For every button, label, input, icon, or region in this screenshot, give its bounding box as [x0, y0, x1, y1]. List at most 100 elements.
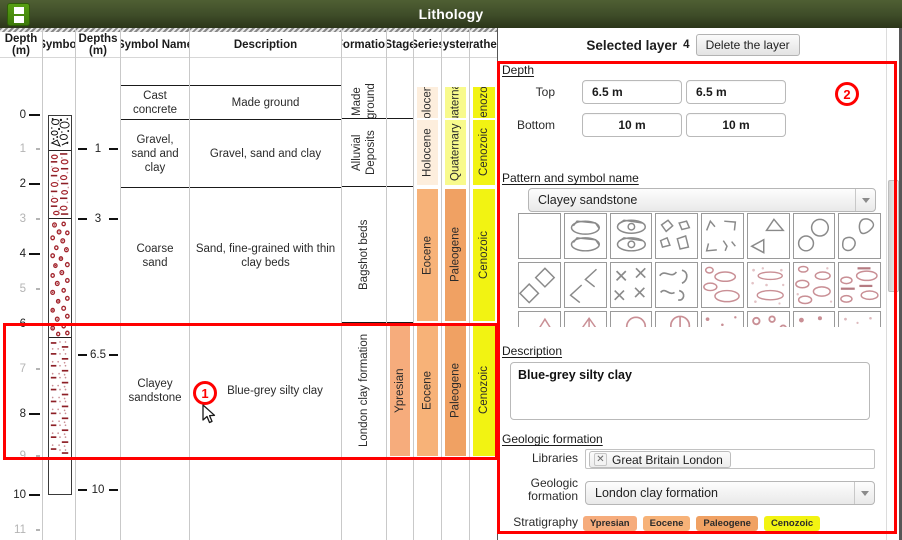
table-row-system-3[interactable]: Paleogene — [442, 187, 469, 323]
depth-tick-mark-1 — [36, 148, 40, 150]
table-row-symbol-name-1[interactable]: Cast concrete — [121, 85, 189, 119]
pattern-swatch-triangles-open[interactable] — [747, 213, 790, 259]
column-symbol: Symbol — [43, 28, 76, 540]
erathem-chip-cenozoic-3: Cenozoic — [473, 189, 495, 321]
table-row-series-1[interactable]: Holocene — [414, 85, 441, 119]
geologic-formation-select[interactable]: London clay formation — [585, 481, 875, 505]
pattern-swatch-blank[interactable] — [518, 213, 561, 259]
column-depth: Depth(m) 0 1 2 3 4 5 6 7 8 9 — [0, 28, 43, 540]
table-row-formation-4[interactable]: London clay formation — [342, 323, 386, 458]
litho-segment-gravel-sand-clay — [49, 150, 71, 218]
boundary-label-1[interactable]: 1 — [95, 143, 101, 155]
description-textarea[interactable]: Blue-grey silty clay — [510, 362, 870, 420]
table-row-system-2[interactable]: Quaternary — [442, 119, 469, 187]
boundary-dash-right-1 — [109, 148, 118, 150]
close-x-icon[interactable]: ✕ — [594, 453, 607, 466]
panel-vertical-scrollbar[interactable] — [886, 28, 899, 540]
pattern-swatch-ellipses-mixed[interactable] — [793, 262, 836, 308]
table-row-description-5[interactable] — [190, 458, 341, 540]
formation-2-text: Alluvial Deposits — [350, 119, 378, 186]
pattern-swatch-diamonds[interactable] — [518, 262, 561, 308]
pattern-swatch-dots-bold[interactable] — [793, 311, 836, 327]
table-row-formation-1[interactable]: Made ground — [342, 85, 386, 119]
pattern-swatch-squiggles[interactable] — [655, 262, 698, 308]
table-row-formation-5[interactable] — [342, 458, 386, 540]
stratigraphy-tag-row: Ypresian Eocene Paleogene Cenozoic — [583, 516, 820, 531]
table-row-formation-2[interactable]: Alluvial Deposits — [342, 119, 386, 187]
depth-bottom-input-right[interactable]: 10 m — [686, 113, 786, 137]
table-row-stage-2[interactable] — [387, 119, 413, 187]
table-row-system-1[interactable]: Quaternary — [442, 85, 469, 119]
table-row-symbol-name-4[interactable]: Clayey sandstone — [121, 323, 189, 458]
table-row-stage-1[interactable] — [387, 85, 413, 119]
lithology-symbol-strip[interactable] — [48, 115, 72, 495]
depth-tick-4: 4 — [20, 248, 26, 260]
pattern-swatch-angular-blocks[interactable] — [655, 213, 698, 259]
stratigraphy-tag-ypresian[interactable]: Ypresian — [583, 516, 637, 531]
boundary-label-4[interactable]: 10 — [92, 484, 105, 496]
stratigraphy-tag-eocene[interactable]: Eocene — [643, 516, 691, 531]
table-row-stage-3[interactable] — [387, 187, 413, 323]
pattern-swatch-circle-outline[interactable] — [610, 311, 653, 327]
table-row-erathem-1[interactable]: Cenozoic — [470, 85, 498, 119]
depth-bottom-input-left[interactable]: 10 m — [582, 113, 682, 137]
pattern-swatch-triangle-outline[interactable] — [518, 311, 561, 327]
pattern-swatch-circles-open[interactable] — [793, 213, 836, 259]
table-row-erathem-4[interactable]: Cenozoic — [470, 323, 498, 458]
table-row-erathem-5[interactable] — [470, 458, 498, 540]
table-row-system-5[interactable] — [442, 458, 469, 540]
table-row-stage-4[interactable]: Ypresian — [387, 323, 413, 458]
depth-top-input-left[interactable]: 6.5 m — [582, 80, 682, 104]
pattern-swatch-ellipses-dotted[interactable] — [747, 262, 790, 308]
table-row-description-2[interactable]: Gravel, sand and clay — [190, 119, 341, 187]
stratigraphy-tag-cenozoic[interactable]: Cenozoic — [764, 516, 820, 531]
delete-layer-button[interactable]: Delete the layer — [696, 34, 800, 56]
table-row-stage-5[interactable] — [387, 458, 413, 540]
table-row-symbol-name-2[interactable]: Gravel, sand and clay — [121, 119, 189, 187]
depth-section-label: Depth — [502, 63, 534, 77]
table-row-erathem-3[interactable]: Cenozoic — [470, 187, 498, 323]
pattern-swatch-chevrons[interactable] — [564, 262, 607, 308]
scrollbar-thumb[interactable] — [888, 180, 899, 292]
pattern-swatch-crosses[interactable] — [610, 262, 653, 308]
pattern-swatch-triangle-filled[interactable] — [564, 311, 607, 327]
mouse-cursor — [202, 404, 216, 424]
pattern-swatch-hooks[interactable] — [701, 213, 744, 259]
stratigraphy-tag-paleogene[interactable]: Paleogene — [696, 516, 758, 531]
depth-top-input-right[interactable]: 6.5 m — [686, 80, 786, 104]
chevron-down-icon[interactable] — [855, 189, 875, 211]
library-tag[interactable]: ✕ Great Britain London — [589, 451, 731, 468]
series-chip-eocene-3: Eocene — [417, 189, 438, 321]
pattern-swatch-cobbles-large[interactable] — [564, 213, 607, 259]
lithology-log-table[interactable]: Depth(m) 0 1 2 3 4 5 6 7 8 9 — [0, 28, 498, 540]
table-row-symbol-name-5[interactable] — [121, 458, 189, 540]
pattern-name-select[interactable]: Clayey sandstone — [528, 188, 876, 212]
table-row-series-5[interactable] — [414, 458, 441, 540]
table-row-erathem-2[interactable]: Cenozoic — [470, 119, 498, 187]
table-row-system-4[interactable]: Paleogene — [442, 323, 469, 458]
pattern-swatch-ellipses-red[interactable] — [701, 262, 744, 308]
table-row-formation-3[interactable]: Bagshot beds — [342, 187, 386, 323]
pattern-swatch-cobbles-cored[interactable] — [610, 213, 653, 259]
table-row-series-4[interactable]: Eocene — [414, 323, 441, 458]
table-row-series-3[interactable]: Eocene — [414, 187, 441, 323]
pattern-swatch-small-rings[interactable] — [747, 311, 790, 327]
pattern-swatch-bone-shapes[interactable] — [838, 213, 881, 259]
table-row-series-2[interactable]: Holocene — [414, 119, 441, 187]
pattern-swatch-dots-sparse[interactable] — [838, 311, 881, 327]
pattern-swatch-grid[interactable] — [518, 213, 881, 327]
chevron-down-icon-formation[interactable] — [854, 482, 874, 504]
pattern-swatch-circle-split[interactable] — [655, 311, 698, 327]
litho-segment-clayey-sandstone — [49, 337, 71, 456]
library-tag-label: Great Britain London — [612, 453, 723, 467]
table-row-description-1[interactable]: Made ground — [190, 85, 341, 119]
table-row-description-3[interactable]: Sand, fine-grained with thin clay beds — [190, 187, 341, 323]
pattern-swatch-fine-dots[interactable] — [701, 311, 744, 327]
column-erathem: Erathem Cenozoic Cenozoic Cenozoic Cenoz… — [470, 28, 498, 540]
depth-tick-mark-2 — [29, 183, 40, 185]
boundary-label-3[interactable]: 6.5 — [90, 349, 106, 361]
table-row-symbol-name-3[interactable]: Coarse sand — [121, 187, 189, 323]
libraries-field[interactable]: ✕ Great Britain London — [585, 449, 875, 469]
boundary-label-2[interactable]: 3 — [95, 213, 101, 225]
pattern-swatch-ellipses-bars[interactable] — [838, 262, 881, 308]
